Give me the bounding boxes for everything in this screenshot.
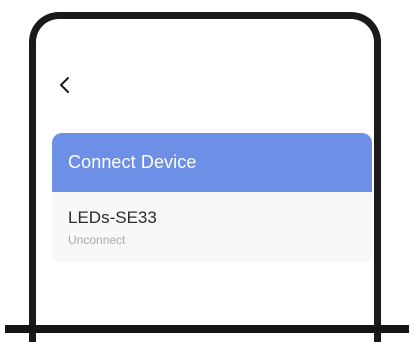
connect-device-card: Connect Device LEDs-SE33 Unconnect (52, 133, 372, 263)
bottom-bar (5, 325, 409, 333)
app-screen: Connect Device LEDs-SE33 Unconnect (44, 27, 372, 342)
device-status: Unconnect (68, 233, 126, 247)
phone-frame: Connect Device LEDs-SE33 Unconnect (29, 12, 381, 342)
chevron-left-icon (60, 77, 69, 93)
device-list-item[interactable]: LEDs-SE33 Unconnect (52, 192, 372, 263)
back-button[interactable] (53, 73, 77, 97)
device-name: LEDs-SE33 (68, 208, 157, 227)
card-title: Connect Device (52, 133, 372, 192)
